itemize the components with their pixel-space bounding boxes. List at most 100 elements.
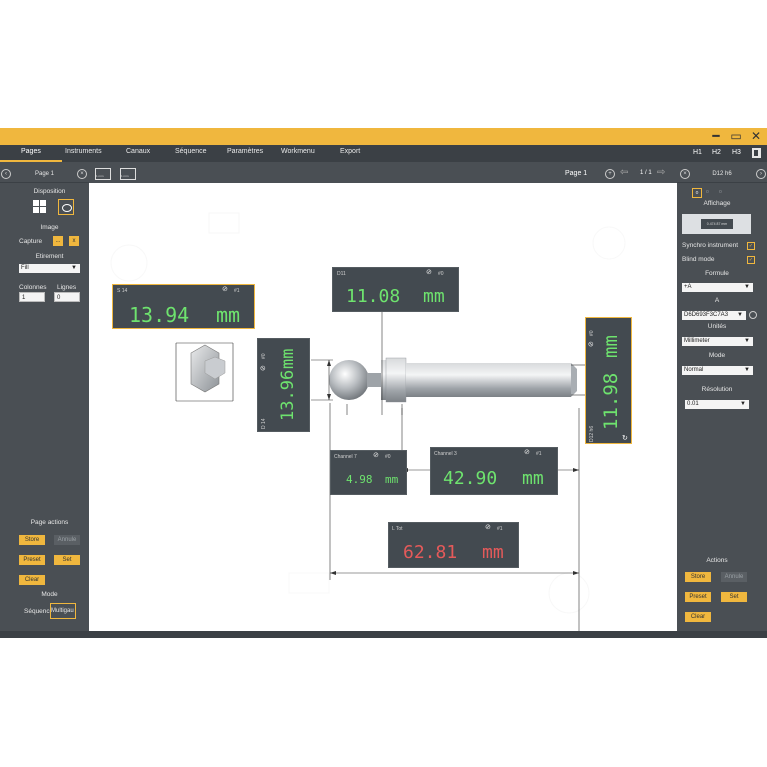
mode-heading: Mode [41,591,58,598]
mode-value: Normal [684,367,704,373]
visibility-icon[interactable]: ⊘ [222,285,228,293]
close-icon[interactable]: × [77,169,87,179]
measure-d11[interactable]: D11 ⊘ #0 11.08 mm [332,267,459,312]
active-tab-underline [0,160,62,162]
hex-nut [190,344,226,393]
tab-1[interactable]: o [692,188,702,198]
measure-channel3[interactable]: Channel 3 ⊘ #1 42.90 mm [430,447,558,495]
arrow-right-icon[interactable]: ⇨ [657,167,665,178]
layout-h2-button[interactable]: H2 [712,149,721,156]
etirement-select[interactable]: Fill ▼ [19,264,80,273]
mode-select[interactable]: Normal ▼ [682,366,753,375]
menu-pages[interactable]: Pages [21,148,41,155]
menu-canaux[interactable]: Canaux [126,148,150,155]
visibility-icon[interactable]: ⊘ [587,341,595,347]
store-button[interactable]: Store [19,535,45,545]
formule-select[interactable]: +A ▼ [682,283,753,292]
annule-button[interactable]: Annule [721,572,747,582]
measure-s14-channel: #1 [234,288,240,294]
lignes-label: Lignes [57,284,77,291]
annule-button[interactable]: Annule [54,535,80,545]
thumbnail-2[interactable]: 1 mm [120,168,136,180]
grid-layout-icon[interactable] [33,200,47,214]
measure-s14-value: 13.94 [129,303,190,327]
visibility-icon[interactable]: ⊘ [524,448,530,456]
colonnes-label: Colonnes [19,284,47,291]
panel-toggle-icon[interactable] [752,148,761,158]
preset-button[interactable]: Preset [19,555,45,565]
colonnes-input[interactable]: 1 [19,292,45,302]
formule-heading: Formule [705,270,729,277]
menu-parametres[interactable]: Paramètres [227,148,263,155]
chevron-right-icon[interactable]: › [756,169,766,179]
measure-d14-channel: #0 [261,353,267,359]
preset-button[interactable]: Preset [685,592,711,602]
unites-heading: Unités [707,323,727,330]
measure-d12h6[interactable]: D12 h6 ⊘ #0 11.98 mm ↻ [585,317,632,444]
capture-clear-button[interactable]: x [69,236,79,246]
measure-d14[interactable]: D 14 ⊘ #0 13.96 mm [257,338,310,432]
blind-mode-checkbox[interactable]: ✓ [747,256,755,264]
measure-d11-value: 11.08 [346,286,401,307]
refresh-icon[interactable]: ↻ [622,434,628,442]
clear-button[interactable]: Clear [685,612,711,622]
close-button[interactable]: ✕ [749,129,763,143]
visibility-icon[interactable]: ⊘ [426,268,432,276]
measure-d14-unit: mm [278,348,298,369]
target-icon[interactable] [749,311,757,319]
menu-workmenu[interactable]: Workmenu [281,148,315,155]
blind-mode-label: Blind mode [682,256,715,263]
application-window: ━ ▭ ✕ Pages Instruments Canaux Séquence … [0,128,767,638]
synchro-checkbox[interactable]: ✓ [747,242,755,250]
measure-d14-value: 13.96 [278,369,298,421]
mode-multigauge-option[interactable]: Multigau [50,603,76,619]
image-layout-icon[interactable] [58,199,74,215]
maximize-button[interactable]: ▭ [729,129,743,143]
etirement-value: Fill [21,265,29,271]
mode-sequence-option[interactable]: Séquence [24,608,50,615]
visibility-icon[interactable]: ⊘ [259,365,267,371]
set-button[interactable]: Set [721,592,747,602]
left-panel: ‹ Page 1 × Disposition Image Capture ...… [0,165,89,631]
add-page-icon[interactable]: + [605,169,615,179]
a-value: D6D693F3C7A3 [684,312,729,318]
store-button[interactable]: Store [685,572,711,582]
measure-channel7[interactable]: Channel 7 ⊘ #0 4.98 mm [330,450,407,495]
measure-ltot[interactable]: L Tot ⊘ #1 62.81 mm [388,522,519,568]
resolution-heading: Résolution [701,386,733,393]
display-preview-value: 0.474 87 mm [701,219,733,229]
measure-channel7-channel: #0 [385,454,391,460]
page-actions-heading: Page actions [30,519,69,526]
measure-channel3-value: 42.90 [443,468,498,489]
resolution-select[interactable]: 0.01 ▼ [685,400,749,409]
chevron-down-icon: ▼ [737,312,743,318]
measure-d12h6-unit: mm [600,335,622,358]
layout-h1-button[interactable]: H1 [693,149,702,156]
a-select[interactable]: D6D693F3C7A3 ▼ [682,311,746,320]
measure-channel3-unit: mm [522,468,544,489]
right-panel: × D12 h6 › o o o Affichage 0.474 87 mm S… [677,165,767,631]
tab-3[interactable]: o [719,189,722,195]
menu-instruments[interactable]: Instruments [65,148,102,155]
resolution-value: 0.01 [687,401,699,407]
layout-h3-button[interactable]: H3 [732,149,741,156]
thumbnail-1[interactable]: 1 mm [95,168,111,180]
capture-browse-button[interactable]: ... [53,236,63,246]
tab-2[interactable]: o [706,189,709,195]
unites-select[interactable]: Millimeter ▼ [682,337,753,346]
chevron-down-icon: ▼ [744,338,750,344]
measure-d12h6-tag: D12 h6 [589,425,595,442]
drawing-canvas[interactable]: S 14 ⊘ #1 13.94 mm D11 ⊘ #0 11.08 mm D 1… [89,183,677,631]
measure-s14[interactable]: S 14 ⊘ #1 13.94 mm [112,284,255,329]
visibility-icon[interactable]: ⊘ [485,523,491,531]
minimize-button[interactable]: ━ [709,129,723,143]
menu-sequence[interactable]: Séquence [175,148,207,155]
set-button[interactable]: Set [54,555,80,565]
menu-export[interactable]: Export [340,148,360,155]
capture-label: Capture [19,238,43,245]
arrow-left-icon[interactable]: ⇦ [620,167,628,178]
lignes-input[interactable]: 0 [54,292,80,302]
clear-button[interactable]: Clear [19,575,45,585]
visibility-icon[interactable]: ⊘ [373,451,379,459]
measure-channel3-channel: #1 [536,451,542,457]
